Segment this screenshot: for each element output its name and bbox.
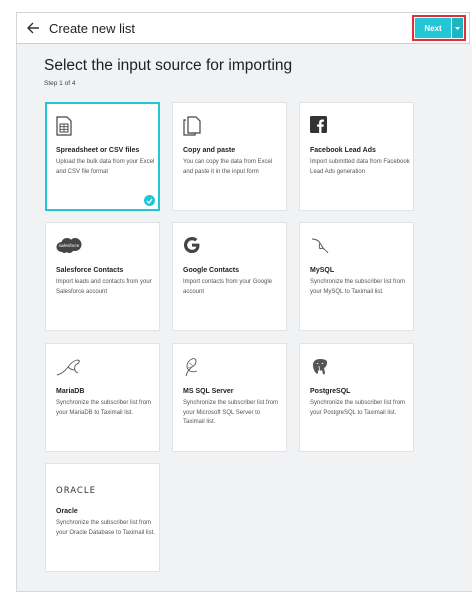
card-title: PostgreSQL (310, 388, 351, 395)
checkmark-icon (144, 195, 155, 206)
page-header-title: Create new list (49, 20, 135, 36)
card-title: Google Contacts (183, 267, 240, 274)
card-title: Facebook Lead Ads (310, 147, 376, 154)
source-card-postgresql[interactable]: PostgreSQL Synchronize the subscriber li… (299, 343, 414, 452)
source-card-copy-paste[interactable]: Copy and paste You can copy the data fro… (172, 102, 287, 211)
next-dropdown-button[interactable] (452, 18, 463, 38)
source-card-mssql[interactable]: MS SQL Server Synchronize the subscriber… (172, 343, 287, 452)
oracle-icon: ORACLE (56, 486, 96, 496)
next-button[interactable]: Next (415, 18, 451, 38)
card-title: Salesforce Contacts (56, 267, 124, 274)
source-card-facebook[interactable]: Facebook Lead Ads Import submitted data … (299, 102, 414, 211)
facebook-icon (310, 116, 332, 136)
source-card-mariadb[interactable]: MariaDB Synchronize the subscriber list … (45, 343, 160, 452)
page-title: Select the input source for importing (44, 57, 293, 74)
back-arrow-icon[interactable] (23, 18, 43, 38)
card-title: Copy and paste (183, 147, 236, 154)
card-description: Synchronize the subscriber list from you… (183, 400, 279, 425)
mysql-icon (310, 236, 332, 256)
salesforce-logo-text: salesforce (59, 243, 80, 248)
google-icon (183, 236, 205, 256)
clipboard-icon (183, 116, 205, 136)
source-card-salesforce[interactable]: salesforce Salesforce Contacts Import le… (45, 222, 160, 331)
salesforce-icon: salesforce (56, 236, 84, 256)
source-card-google[interactable]: Google Contacts Import contacts from you… (172, 222, 287, 331)
card-description: Upload the bulk data from your Excel and… (56, 159, 155, 175)
card-description: Synchronize the subscriber list from you… (56, 520, 155, 536)
next-button-group: Next (412, 15, 466, 41)
card-description: Synchronize the subscriber list from you… (56, 400, 152, 416)
source-card-spreadsheet[interactable]: Spreadsheet or CSV files Upload the bulk… (45, 102, 160, 211)
card-description: Synchronize the subscriber list from you… (310, 400, 406, 416)
source-card-oracle[interactable]: ORACLE Oracle Synchronize the subscriber… (45, 463, 160, 572)
card-description: Import contacts from your Google account (183, 279, 273, 295)
card-title: MariaDB (56, 388, 85, 395)
spreadsheet-icon (56, 116, 78, 136)
card-description: Synchronize the subscriber list from you… (310, 279, 406, 295)
card-title: MySQL (310, 267, 335, 274)
mariadb-icon (56, 357, 86, 377)
main-panel: Select the input source for importing St… (16, 44, 472, 592)
card-description: Import submitted data from Facebook Lead… (310, 159, 410, 175)
chevron-down-icon (455, 26, 460, 30)
source-card-mysql[interactable]: MySQL Synchronize the subscriber list fr… (299, 222, 414, 331)
mssql-icon (183, 357, 205, 377)
card-title: Oracle (56, 508, 78, 515)
step-indicator: Step 1 of 4 (44, 80, 76, 87)
card-description: Import leads and contacts from your Sale… (56, 279, 152, 295)
card-title: Spreadsheet or CSV files (56, 147, 140, 154)
card-description: You can copy the data from Excel and pas… (183, 159, 273, 175)
postgresql-icon (310, 357, 332, 377)
header-bar: Create new list Next (16, 12, 470, 44)
card-title: MS SQL Server (183, 388, 234, 395)
